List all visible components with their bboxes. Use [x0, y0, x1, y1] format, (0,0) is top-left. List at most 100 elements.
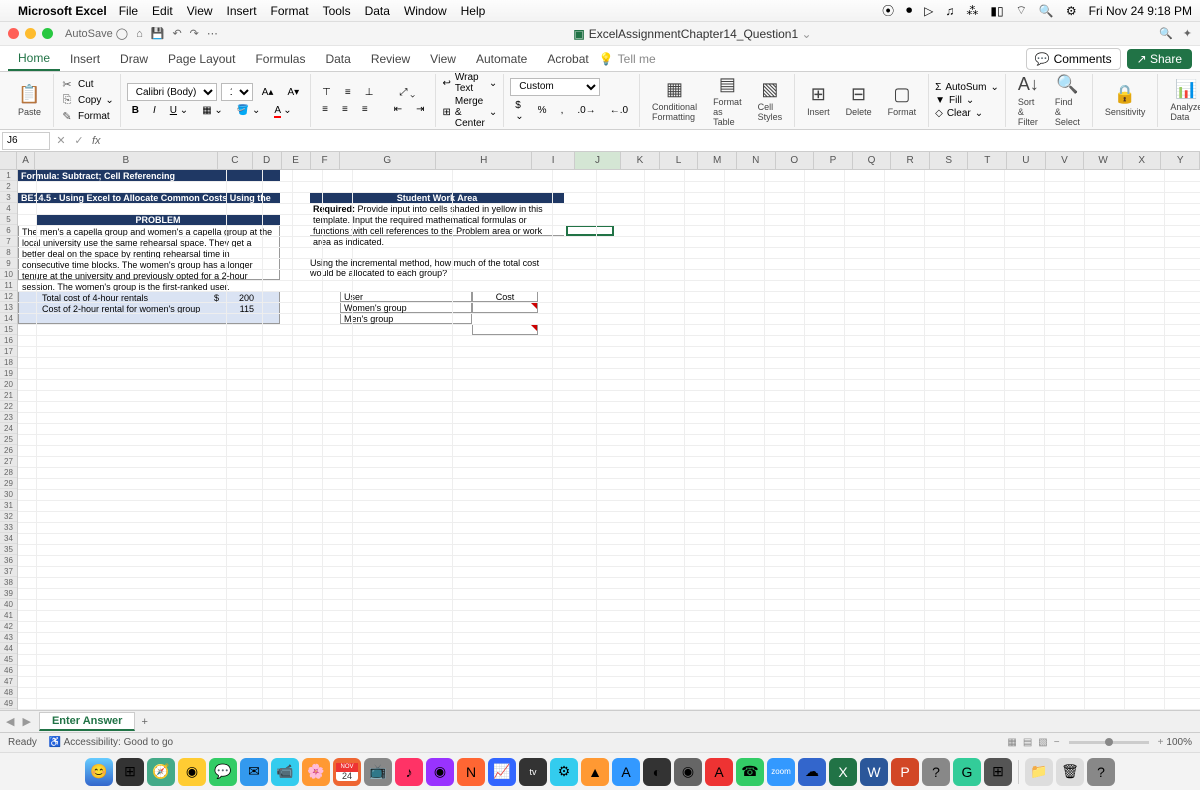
row-3[interactable]: 3: [0, 192, 17, 203]
control-center-icon[interactable]: ⚙: [1066, 4, 1077, 18]
decrease-font-icon[interactable]: A▾: [282, 85, 304, 100]
row-34[interactable]: 34: [0, 533, 17, 544]
row-28[interactable]: 28: [0, 467, 17, 478]
redo-icon[interactable]: ↷: [190, 27, 199, 40]
accessibility-status[interactable]: ♿ Accessibility: Good to go: [49, 737, 173, 748]
wifi-icon[interactable]: ⌔: [1016, 3, 1027, 18]
dock-word-icon[interactable]: W: [860, 758, 888, 786]
orientation-icon[interactable]: ⤢ ⌄: [394, 85, 420, 100]
col-o[interactable]: O: [776, 152, 815, 169]
dock-finder-icon[interactable]: 😊: [85, 758, 113, 786]
cell-grid[interactable]: Formula: Subtract; Cell Referencing BE14…: [18, 170, 1200, 710]
row-14[interactable]: 14: [0, 313, 17, 324]
col-d[interactable]: D: [253, 152, 282, 169]
align-top-icon[interactable]: ⊤: [317, 85, 336, 100]
format-painter-label[interactable]: Format: [78, 111, 110, 122]
col-n[interactable]: N: [737, 152, 776, 169]
comments-button[interactable]: 💬 Comments: [1026, 48, 1121, 70]
row-37[interactable]: 37: [0, 566, 17, 577]
row-50[interactable]: 50: [0, 709, 17, 710]
clock[interactable]: Fri Nov 24 9:18 PM: [1089, 4, 1192, 18]
search-icon[interactable]: 🔍: [1159, 27, 1173, 40]
row-9[interactable]: 9: [0, 258, 17, 269]
row-44[interactable]: 44: [0, 643, 17, 654]
col-u[interactable]: U: [1007, 152, 1046, 169]
bluetooth-icon[interactable]: ⁂: [966, 4, 978, 18]
tab-home[interactable]: Home: [8, 47, 60, 71]
font-color-button[interactable]: A ⌄: [269, 103, 296, 118]
dock-help-icon[interactable]: ?: [922, 758, 950, 786]
row-30[interactable]: 30: [0, 489, 17, 500]
more-icon[interactable]: ⋯: [207, 27, 218, 40]
menu-data[interactable]: Data: [365, 4, 390, 18]
menu-help[interactable]: Help: [461, 4, 486, 18]
col-q[interactable]: Q: [853, 152, 892, 169]
play-icon[interactable]: ▷: [924, 4, 933, 18]
col-l[interactable]: L: [660, 152, 699, 169]
row-17[interactable]: 17: [0, 346, 17, 357]
dock-mail-icon[interactable]: ✉: [240, 758, 268, 786]
align-bottom-icon[interactable]: ⊥: [360, 85, 379, 100]
row-46[interactable]: 46: [0, 665, 17, 676]
row-21[interactable]: 21: [0, 390, 17, 401]
menu-window[interactable]: Window: [404, 4, 447, 18]
dock-calc-icon[interactable]: ⊞: [984, 758, 1012, 786]
increase-indent-icon[interactable]: ⇥: [411, 102, 429, 117]
dock-calendar-icon[interactable]: NOV24: [333, 758, 361, 786]
menu-tools[interactable]: Tools: [323, 4, 351, 18]
underline-button[interactable]: U ⌄: [165, 103, 193, 118]
row-2[interactable]: 2: [0, 181, 17, 192]
sheet-nav-prev-icon[interactable]: ◀: [6, 715, 14, 728]
col-p[interactable]: P: [814, 152, 853, 169]
dock-whatsapp-icon[interactable]: ☎: [736, 758, 764, 786]
row-12[interactable]: 12: [0, 291, 17, 302]
row-13[interactable]: 13: [0, 302, 17, 313]
spotlight-icon[interactable]: 🔍: [1039, 4, 1054, 18]
row-24[interactable]: 24: [0, 423, 17, 434]
required-text[interactable]: Required: Provide input into cells shade…: [310, 203, 564, 236]
col-x[interactable]: X: [1123, 152, 1162, 169]
col-i[interactable]: I: [532, 152, 574, 169]
dock-app1-icon[interactable]: ▲: [581, 758, 609, 786]
zoom-level[interactable]: 100%: [1166, 737, 1192, 748]
col-v[interactable]: V: [1046, 152, 1085, 169]
tab-data[interactable]: Data: [315, 48, 360, 70]
record-icon[interactable]: ⏺: [906, 3, 912, 18]
row-45[interactable]: 45: [0, 654, 17, 665]
font-name-select[interactable]: Calibri (Body): [127, 83, 217, 101]
womens-cost-input[interactable]: [472, 302, 538, 313]
dock-chrome-icon[interactable]: ◉: [178, 758, 206, 786]
tab-automate[interactable]: Automate: [466, 48, 537, 70]
increase-font-icon[interactable]: A▴: [257, 85, 279, 100]
cell-a1[interactable]: Formula: Subtract; Cell Referencing: [18, 170, 280, 181]
dock-grammarly-icon[interactable]: G: [953, 758, 981, 786]
row-25[interactable]: 25: [0, 434, 17, 445]
cut-icon[interactable]: ✂: [60, 78, 74, 92]
row-49[interactable]: 49: [0, 698, 17, 709]
format-painter-icon[interactable]: ✎: [60, 110, 74, 124]
col-j[interactable]: J: [575, 152, 621, 169]
fx-icon[interactable]: fx: [92, 135, 101, 147]
row-11[interactable]: 11: [0, 280, 17, 291]
sensitivity-button[interactable]: 🔒Sensitivity: [1099, 82, 1152, 119]
page-layout-view-icon[interactable]: ▤: [1023, 737, 1032, 748]
row-27[interactable]: 27: [0, 456, 17, 467]
tell-me[interactable]: 💡 Tell me: [599, 52, 656, 66]
row-1[interactable]: 1: [0, 170, 17, 181]
merge-center-button[interactable]: ⊞ Merge & Center ⌄: [442, 96, 497, 129]
dock-launchpad-icon[interactable]: ⊞: [116, 758, 144, 786]
row-7[interactable]: 7: [0, 236, 17, 247]
home-icon[interactable]: ⌂: [136, 28, 143, 40]
row-20[interactable]: 20: [0, 379, 17, 390]
clear-button[interactable]: ◇ Clear ⌄: [935, 108, 999, 119]
dock-appstore-icon[interactable]: A: [612, 758, 640, 786]
headphones-icon[interactable]: ♫: [945, 4, 954, 18]
col-m[interactable]: M: [698, 152, 737, 169]
row-41[interactable]: 41: [0, 610, 17, 621]
cut-label[interactable]: Cut: [78, 79, 94, 90]
sort-filter-button[interactable]: A↓Sort & Filter: [1012, 72, 1045, 129]
dock-app3-icon[interactable]: ◉: [674, 758, 702, 786]
dock-facetime-icon[interactable]: 📹: [271, 758, 299, 786]
menu-view[interactable]: View: [187, 4, 213, 18]
autosave-toggle[interactable]: AutoSave ◯: [65, 27, 128, 40]
